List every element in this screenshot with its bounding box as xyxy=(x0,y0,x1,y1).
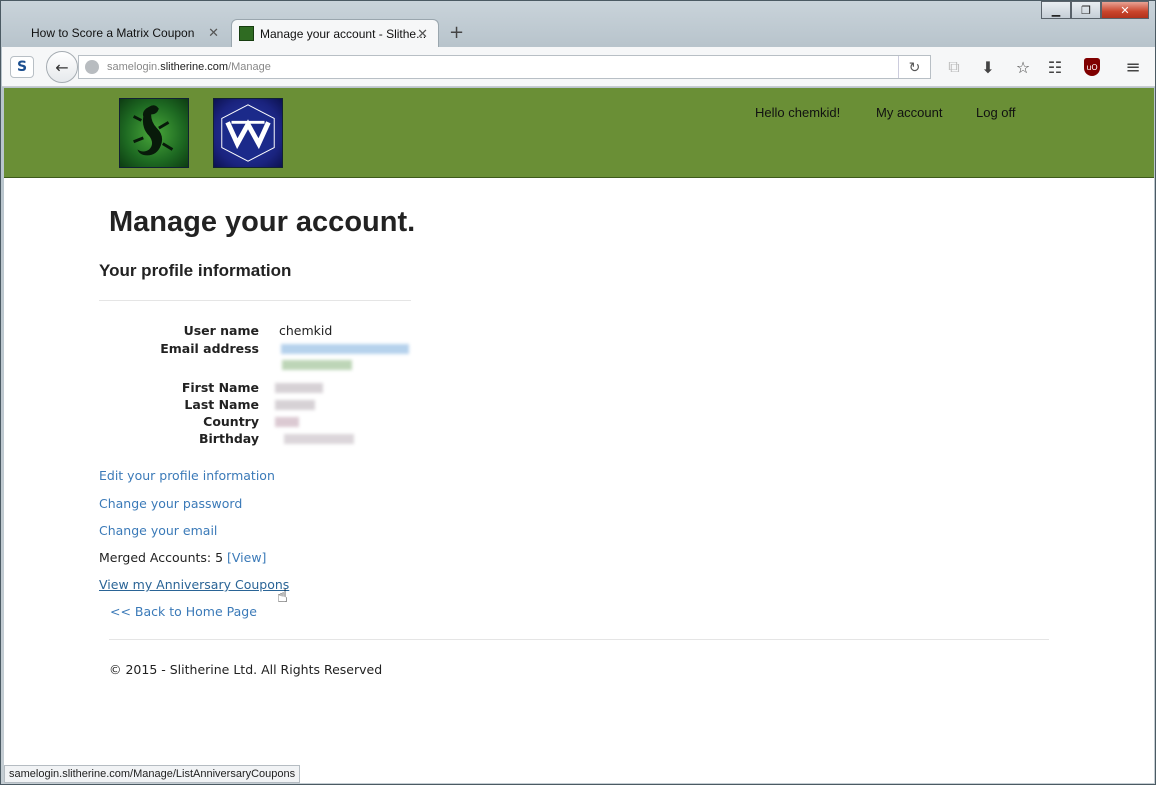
username-label: User name xyxy=(183,323,259,338)
greeting-link[interactable]: Hello chemkid! xyxy=(755,105,840,120)
anniversary-coupons-link[interactable]: View my Anniversary Coupons xyxy=(99,577,289,592)
close-window-icon[interactable]: ✕ xyxy=(1101,1,1149,19)
reading-list-icon[interactable]: ☷ xyxy=(1045,57,1065,77)
browser-window: ▁ ❐ ✕ How to Score a Matrix Coupon ✕ Man… xyxy=(0,0,1156,785)
country-label: Country xyxy=(203,414,259,429)
reload-icon[interactable]: ↻ xyxy=(898,56,930,78)
merged-accounts-text: Merged Accounts: 5 xyxy=(99,550,224,565)
footer-divider xyxy=(109,639,1049,640)
ublock-icon[interactable]: uO xyxy=(1082,57,1102,77)
matrix-games-logo[interactable] xyxy=(213,98,283,168)
url-host: slitherine.com xyxy=(160,61,229,73)
change-email-link[interactable]: Change your email xyxy=(99,523,217,538)
globe-icon xyxy=(85,60,99,74)
birthday-redacted xyxy=(284,434,354,444)
url-bar[interactable]: samelogin. slitherine.com/Manage ↻ xyxy=(78,55,931,79)
slitherine-lizard-logo[interactable] xyxy=(119,98,189,168)
page-viewport: Hello chemkid! My account Log off Manage… xyxy=(4,88,1154,783)
maximize-icon[interactable]: ❐ xyxy=(1071,1,1101,19)
s-extension-icon[interactable]: S xyxy=(10,56,34,78)
change-password-link[interactable]: Change your password xyxy=(99,496,242,511)
close-tab-icon[interactable]: ✕ xyxy=(208,25,219,41)
hand-cursor-icon: ☝ xyxy=(277,586,288,607)
log-off-link[interactable]: Log off xyxy=(976,105,1016,120)
bookmark-star-icon[interactable]: ☆ xyxy=(1013,57,1033,77)
site-header: Hello chemkid! My account Log off xyxy=(4,88,1154,178)
url-prefix: samelogin. xyxy=(107,61,161,73)
page-title: Manage your account. xyxy=(109,206,416,238)
back-arrow-icon[interactable]: ← xyxy=(46,51,78,83)
sync-icon[interactable]: ⧉ xyxy=(944,57,964,77)
slitherine-favicon-icon xyxy=(239,26,254,41)
tab-label: Manage your account - Slithe... xyxy=(260,26,427,41)
merged-accounts-view-link[interactable]: [View] xyxy=(227,550,266,565)
username-value: chemkid xyxy=(279,323,333,338)
last-name-label: Last Name xyxy=(184,397,259,412)
email-label: Email address xyxy=(160,341,259,356)
birthday-label: Birthday xyxy=(199,431,259,446)
back-home-link[interactable]: << Back to Home Page xyxy=(110,604,257,619)
navigation-toolbar: S ← samelogin. slitherine.com/Manage ↻ ⧉ … xyxy=(2,47,1155,87)
close-tab-icon[interactable]: ✕ xyxy=(417,26,428,42)
footer-copyright: © 2015 - Slitherine Ltd. All Rights Rese… xyxy=(109,662,383,677)
email-value-redacted xyxy=(281,344,409,354)
url-path: /Manage xyxy=(228,61,271,73)
status-bar: samelogin.slitherine.com/Manage/ListAnni… xyxy=(4,765,301,783)
menu-hamburger-icon[interactable]: ≡ xyxy=(1123,57,1143,78)
page-subtitle: Your profile information xyxy=(99,261,292,280)
last-name-redacted xyxy=(275,400,315,410)
my-account-link[interactable]: My account xyxy=(876,105,942,120)
tab-matrix-coupon[interactable]: How to Score a Matrix Coupon ✕ xyxy=(7,19,229,47)
edit-profile-link[interactable]: Edit your profile information xyxy=(99,468,275,483)
divider xyxy=(99,300,411,301)
country-redacted xyxy=(275,417,299,427)
tab-label: How to Score a Matrix Coupon xyxy=(31,26,195,40)
minimize-icon[interactable]: ▁ xyxy=(1041,1,1071,19)
email-status-redacted xyxy=(282,360,352,370)
download-icon[interactable]: ⬇ xyxy=(978,57,998,77)
tab-manage-account[interactable]: Manage your account - Slithe... ✕ xyxy=(231,19,439,47)
first-name-redacted xyxy=(275,383,323,393)
tab-strip: How to Score a Matrix Coupon ✕ Manage yo… xyxy=(1,19,1155,47)
first-name-label: First Name xyxy=(181,380,259,395)
new-tab-icon[interactable]: + xyxy=(449,22,464,43)
window-caption-buttons: ▁ ❐ ✕ xyxy=(1041,1,1149,19)
